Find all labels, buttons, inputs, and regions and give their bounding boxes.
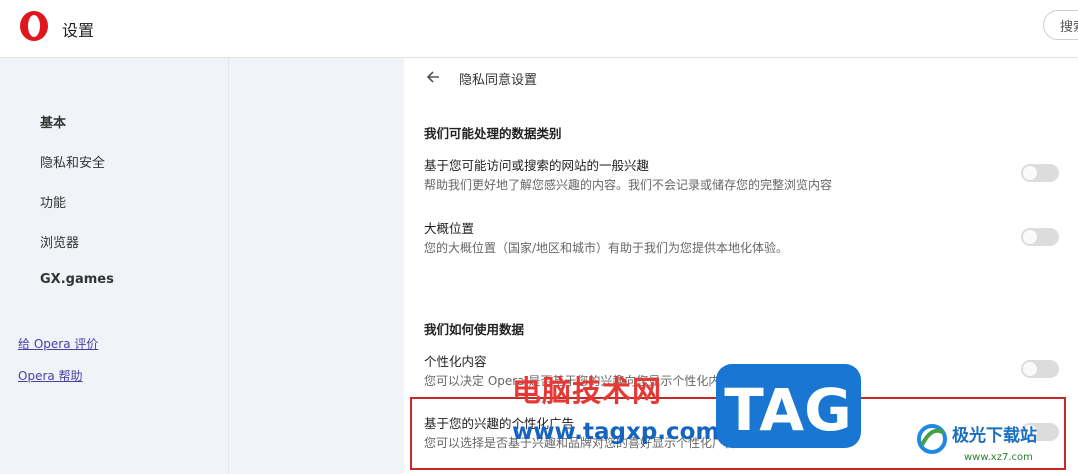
rate-opera-link[interactable]: 给 Opera 评价	[18, 335, 98, 352]
interests-toggle[interactable]	[1021, 164, 1059, 182]
interests-title: 基于您可能访问或搜索的网站的一般兴趣	[424, 158, 650, 173]
toggle-knob	[1023, 362, 1037, 376]
location-toggle[interactable]	[1021, 228, 1059, 246]
location-desc: 您的大概位置（国家/地区和城市）有助于我们为您提供本地化体验。	[424, 241, 789, 255]
sidebar-item-browser[interactable]: 浏览器	[40, 232, 79, 251]
page-title: 隐私同意设置	[459, 73, 538, 88]
sidebar-gutter	[228, 58, 404, 474]
brand-name: 极光下载站	[952, 426, 1037, 446]
watermark-text: 电脑技术网	[512, 374, 663, 408]
app-title: 设置	[62, 21, 95, 40]
sidebar-item-basic[interactable]: 基本	[40, 112, 66, 131]
personalized-content-title: 个性化内容	[424, 354, 487, 369]
toggle-knob	[1023, 166, 1037, 180]
sidebar-item-gx-games[interactable]: GX.games	[40, 272, 114, 287]
personalized-content-toggle[interactable]	[1021, 360, 1059, 378]
section-heading-data-categories: 我们可能处理的数据类别	[424, 126, 562, 141]
brand-url: www.xz7.com	[964, 452, 1033, 463]
sidebar-item-features[interactable]: 功能	[40, 192, 66, 211]
tag-logo-icon: TAG	[716, 364, 861, 448]
sidebar-item-privacy[interactable]: 隐私和安全	[40, 152, 105, 171]
watermark-url: www.tagxp.com	[512, 419, 720, 445]
toggle-knob	[1023, 230, 1037, 244]
tag-logo-text: TAG	[724, 376, 852, 444]
back-arrow-icon[interactable]	[424, 68, 442, 86]
aurora-logo-icon	[917, 424, 947, 454]
top-bar: 设置 搜索	[0, 0, 1078, 58]
location-title: 大概位置	[424, 221, 475, 236]
sidebar: 基本 隐私和安全 功能 浏览器 GX.games 给 Opera 评价 Oper…	[0, 58, 228, 474]
opera-logo-icon	[20, 11, 48, 41]
brand-watermark: 极光下载站 www.xz7.com	[912, 415, 1072, 474]
section-heading-data-usage: 我们如何使用数据	[424, 322, 525, 337]
search-input[interactable]: 搜索	[1043, 10, 1078, 40]
interests-desc: 帮助我们更好地了解您感兴趣的内容。我们不会记录或储存您的完整浏览内容	[424, 178, 833, 192]
opera-help-link[interactable]: Opera 帮助	[18, 367, 83, 384]
